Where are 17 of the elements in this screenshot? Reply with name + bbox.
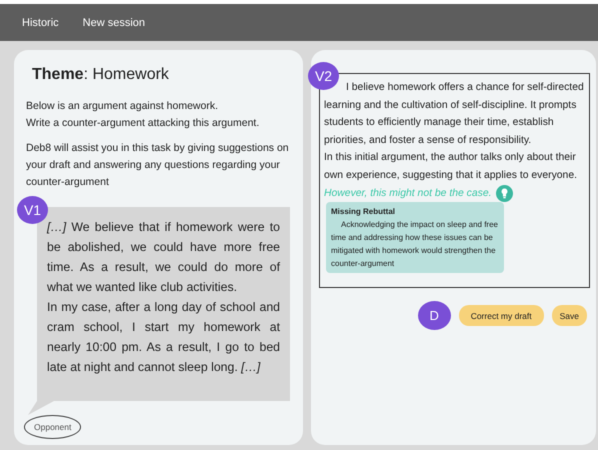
- instruction-text: Deb8 will assist you in this task by giving suggestions on your draft and answering any questions regarding your counter-argument: [26, 141, 290, 190]
- nav-link[interactable]: Historic: [14, 12, 67, 32]
- save-button[interactable]: Save: [552, 305, 587, 326]
- instruction-text: Below is an argument against homework. Write a counter-argument attacking this argument.: [26, 99, 260, 131]
- suggestion-text: Acknowledging the impact on sleep and free time and addressing how these issues can be mitigated with homework would strengthen the counter-argument: [331, 219, 499, 270]
- speaker-label: Opponent: [24, 415, 82, 439]
- argument-text: In my case, after a long day of school and cram school, I start my homework at nearly 10:00 pm. As a result, I go to bed late at night and cannot sleep long. […]: [47, 299, 280, 376]
- nav-link[interactable]: New session: [74, 12, 154, 32]
- theme-title: Theme: Homework: [32, 66, 170, 84]
- draft-text: In this initial argument, the author talks only about their own experience, suggesting that it applies to everyone.: [324, 151, 578, 183]
- version-badge: V1: [17, 196, 48, 224]
- version-badge: V2: [308, 62, 339, 90]
- correct-button[interactable]: Correct my draft: [458, 305, 544, 326]
- suggestion-title: Missing Rebuttal: [331, 206, 396, 218]
- argument-text: […] We believe that if homework were to be abolished, we could have more free time. As a result, we could do more of what we wanted like club activities.: [47, 219, 280, 296]
- highlighted-text: However, this might not be the case.: [324, 186, 492, 201]
- user-avatar: D: [418, 301, 451, 330]
